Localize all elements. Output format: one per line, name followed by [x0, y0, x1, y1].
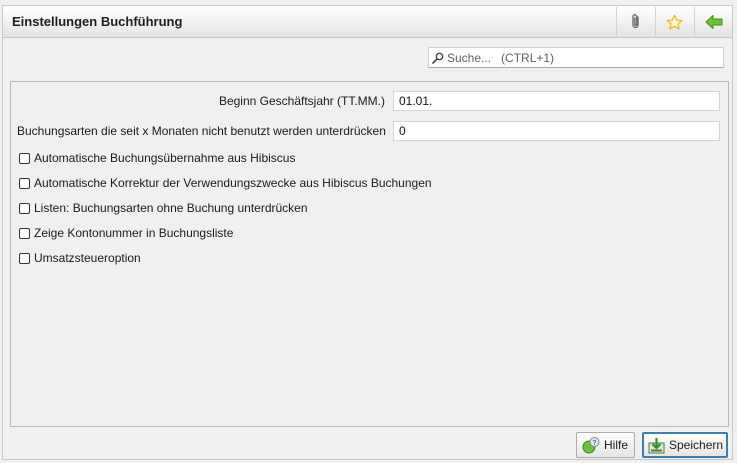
search-icon — [432, 52, 444, 64]
save-button[interactable]: Speichern — [642, 432, 728, 458]
checkbox-label: Umsatzsteueroption — [34, 251, 141, 265]
checkbox-label: Listen: Buchungsarten ohne Buchung unter… — [34, 201, 308, 215]
back-button[interactable] — [694, 7, 732, 37]
paperclip-icon — [628, 13, 644, 31]
checkbox-box[interactable] — [19, 177, 30, 189]
svg-text:?: ? — [592, 440, 596, 447]
help-button[interactable]: ? Hilfe — [576, 432, 635, 458]
checkbox-box[interactable] — [19, 252, 30, 264]
checkbox-box[interactable] — [19, 227, 30, 239]
attach-button[interactable] — [616, 7, 654, 37]
save-label: Speichern — [669, 438, 724, 452]
checkbox-vat-option[interactable]: Umsatzsteueroption — [19, 251, 141, 265]
fiscal-year-input[interactable] — [393, 91, 720, 111]
settings-panel: Beginn Geschäftsjahr (TT.MM.) Buchungsar… — [10, 81, 729, 427]
checkbox-label: Zeige Kontonummer in Buchungsliste — [34, 226, 234, 240]
checkbox-label: Automatische Buchungsübernahme aus Hibis… — [34, 151, 296, 165]
hide-unused-label: Buchungsarten die seit x Monaten nicht b… — [17, 124, 386, 138]
checkbox-show-account-number[interactable]: Zeige Kontonummer in Buchungsliste — [19, 226, 233, 240]
back-arrow-icon — [705, 14, 723, 30]
help-label: Hilfe — [604, 438, 629, 452]
search-input[interactable] — [444, 50, 717, 65]
view-header: Einstellungen Buchführung — [3, 6, 732, 38]
help-icon: ? — [582, 436, 600, 454]
search-field[interactable] — [428, 47, 724, 68]
save-icon — [648, 437, 665, 454]
bookmark-button[interactable] — [655, 7, 693, 37]
hide-unused-months-input[interactable] — [393, 121, 720, 141]
page-title: Einstellungen Buchführung — [12, 14, 183, 29]
checkbox-box[interactable] — [19, 202, 30, 214]
checkbox-label: Automatische Korrektur der Verwendungszw… — [34, 176, 432, 190]
checkbox-hide-empty-types[interactable]: Listen: Buchungsarten ohne Buchung unter… — [19, 201, 308, 215]
fiscal-year-label: Beginn Geschäftsjahr (TT.MM.) — [218, 94, 385, 108]
checkbox-hibiscus-import[interactable]: Automatische Buchungsübernahme aus Hibis… — [19, 151, 295, 165]
checkbox-purpose-correction[interactable]: Automatische Korrektur der Verwendungszw… — [19, 176, 432, 190]
checkbox-box[interactable] — [19, 152, 30, 164]
star-icon — [666, 14, 683, 31]
